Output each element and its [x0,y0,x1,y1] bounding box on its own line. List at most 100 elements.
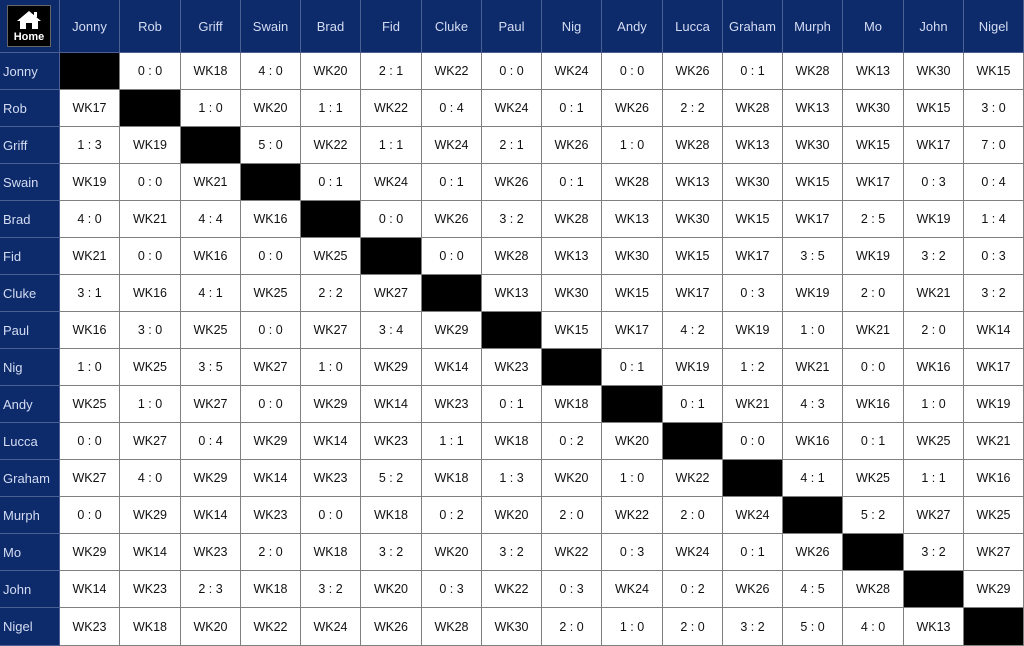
result-cell[interactable]: WK21 [181,164,241,201]
result-cell[interactable]: WK27 [241,349,301,386]
result-cell[interactable]: WK15 [904,90,964,127]
result-cell[interactable]: WK13 [843,53,904,90]
result-cell[interactable]: WK21 [120,201,181,238]
result-cell[interactable]: 4 : 3 [783,386,843,423]
result-cell[interactable]: 3 : 5 [783,238,843,275]
result-cell[interactable]: WK29 [60,534,120,571]
result-cell[interactable]: 1 : 0 [60,349,120,386]
result-cell[interactable]: WK17 [783,201,843,238]
result-cell[interactable]: WK24 [482,90,542,127]
result-cell[interactable]: 4 : 0 [241,53,301,90]
result-cell[interactable]: WK25 [301,238,361,275]
result-cell[interactable]: WK22 [361,90,422,127]
result-cell[interactable]: WK13 [482,275,542,312]
result-cell[interactable]: WK25 [964,497,1024,534]
result-cell[interactable]: 0 : 4 [422,90,482,127]
result-cell[interactable]: 5 : 0 [783,608,843,646]
result-cell[interactable]: WK20 [361,571,422,608]
result-cell[interactable]: 1 : 1 [361,127,422,164]
home-button[interactable]: Home [7,5,51,47]
result-cell[interactable]: WK15 [783,164,843,201]
result-cell[interactable]: 0 : 0 [241,238,301,275]
result-cell[interactable]: 0 : 3 [422,571,482,608]
result-cell[interactable]: WK14 [361,386,422,423]
result-cell[interactable]: 0 : 3 [723,275,783,312]
result-cell[interactable]: WK22 [542,534,602,571]
result-cell[interactable]: WK26 [602,90,663,127]
result-cell[interactable]: 0 : 4 [964,164,1024,201]
result-cell[interactable]: 3 : 5 [181,349,241,386]
result-cell[interactable]: WK26 [663,53,723,90]
result-cell[interactable]: 5 : 2 [843,497,904,534]
result-cell[interactable]: 0 : 0 [120,164,181,201]
result-cell[interactable]: 4 : 2 [663,312,723,349]
result-cell[interactable]: 0 : 3 [602,534,663,571]
result-cell[interactable]: WK13 [663,164,723,201]
result-cell[interactable]: WK26 [723,571,783,608]
result-cell[interactable]: WK15 [602,275,663,312]
result-cell[interactable]: WK29 [964,571,1024,608]
result-cell[interactable]: WK17 [60,90,120,127]
result-cell[interactable]: WK23 [361,423,422,460]
result-cell[interactable]: 0 : 2 [542,423,602,460]
result-cell[interactable]: 2 : 0 [542,608,602,646]
result-cell[interactable]: 0 : 1 [723,534,783,571]
result-cell[interactable]: WK15 [542,312,602,349]
result-cell[interactable]: WK25 [843,460,904,497]
result-cell[interactable]: WK16 [964,460,1024,497]
result-cell[interactable]: 0 : 3 [904,164,964,201]
result-cell[interactable]: 0 : 1 [602,349,663,386]
result-cell[interactable]: 1 : 0 [602,460,663,497]
result-cell[interactable]: WK17 [904,127,964,164]
result-cell[interactable]: WK22 [663,460,723,497]
result-cell[interactable]: 0 : 3 [964,238,1024,275]
result-cell[interactable]: 1 : 1 [904,460,964,497]
result-cell[interactable]: WK20 [422,534,482,571]
result-cell[interactable]: WK19 [120,127,181,164]
result-cell[interactable]: 0 : 0 [120,53,181,90]
result-cell[interactable]: 3 : 0 [964,90,1024,127]
result-cell[interactable]: WK27 [361,275,422,312]
result-cell[interactable]: 0 : 0 [120,238,181,275]
result-cell[interactable]: 3 : 2 [482,201,542,238]
result-cell[interactable]: WK25 [181,312,241,349]
result-cell[interactable]: WK28 [542,201,602,238]
result-cell[interactable]: 0 : 0 [241,312,301,349]
result-cell[interactable]: WK18 [241,571,301,608]
result-cell[interactable]: WK28 [783,53,843,90]
result-cell[interactable]: 0 : 1 [301,164,361,201]
result-cell[interactable]: WK26 [482,164,542,201]
result-cell[interactable]: WK14 [301,423,361,460]
result-cell[interactable]: 0 : 0 [482,53,542,90]
result-cell[interactable]: 0 : 1 [723,53,783,90]
result-cell[interactable]: WK16 [783,423,843,460]
result-cell[interactable]: WK26 [783,534,843,571]
result-cell[interactable]: WK28 [422,608,482,646]
result-cell[interactable]: 1 : 0 [181,90,241,127]
result-cell[interactable]: 3 : 2 [723,608,783,646]
result-cell[interactable]: 4 : 0 [843,608,904,646]
result-cell[interactable]: WK20 [542,460,602,497]
result-cell[interactable]: 1 : 0 [783,312,843,349]
result-cell[interactable]: 2 : 0 [843,275,904,312]
result-cell[interactable]: 4 : 0 [120,460,181,497]
result-cell[interactable]: 3 : 2 [964,275,1024,312]
result-cell[interactable]: 2 : 2 [301,275,361,312]
result-cell[interactable]: 3 : 2 [482,534,542,571]
result-cell[interactable]: 0 : 0 [843,349,904,386]
result-cell[interactable]: WK18 [542,386,602,423]
result-cell[interactable]: WK23 [241,497,301,534]
result-cell[interactable]: WK26 [542,127,602,164]
result-cell[interactable]: WK21 [783,349,843,386]
result-cell[interactable]: WK28 [663,127,723,164]
result-cell[interactable]: WK15 [663,238,723,275]
result-cell[interactable]: WK27 [904,497,964,534]
result-cell[interactable]: WK25 [60,386,120,423]
result-cell[interactable]: WK13 [542,238,602,275]
result-cell[interactable]: WK15 [723,201,783,238]
result-cell[interactable]: WK22 [482,571,542,608]
result-cell[interactable]: 3 : 1 [60,275,120,312]
result-cell[interactable]: WK19 [904,201,964,238]
result-cell[interactable]: 0 : 2 [663,571,723,608]
result-cell[interactable]: 1 : 4 [964,201,1024,238]
